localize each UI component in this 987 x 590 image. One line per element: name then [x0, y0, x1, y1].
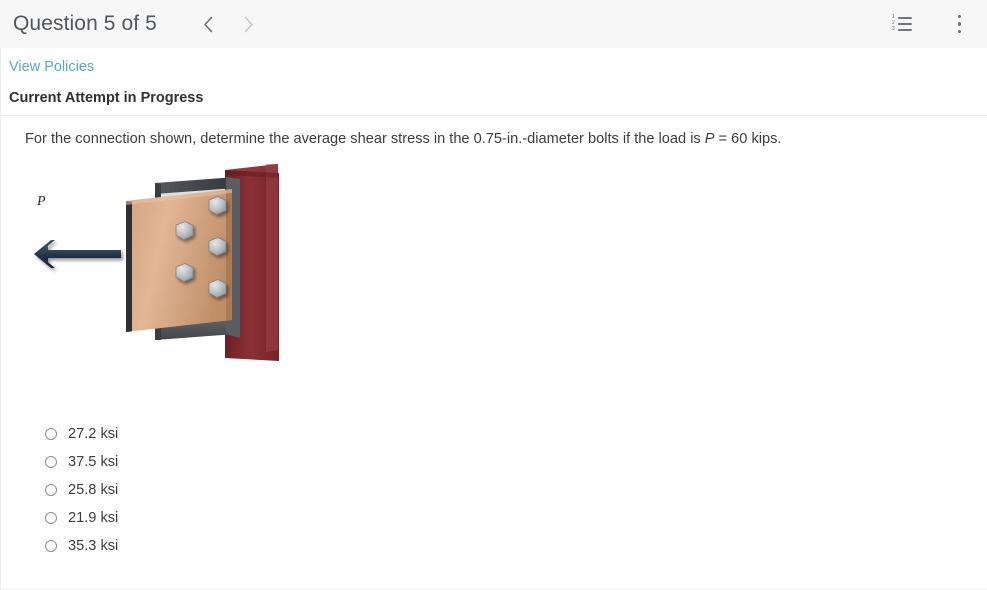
connection-illustration [34, 164, 279, 361]
numbered-list-bar [898, 23, 912, 25]
question-prompt-part2: = 60 kips. [714, 131, 782, 147]
numbered-list-icon: 1 2 3 [892, 15, 912, 32]
answer-options-list: 27.2 ksi 37.5 ksi 25.8 ksi 21.9 ksi 35.3… [45, 420, 445, 560]
header-actions: 1 2 3 [883, 0, 987, 48]
load-label-P: P [37, 194, 46, 209]
question-navigation [189, 7, 269, 41]
attempt-status-label: Current Attempt in Progress [9, 90, 204, 106]
answer-option-1[interactable]: 37.5 ksi [45, 448, 445, 476]
previous-question-button[interactable] [189, 7, 229, 41]
question-header-bar: Question 5 of 5 1 2 3 [0, 0, 987, 48]
radio-button-icon[interactable] [45, 456, 57, 468]
bolt-head [208, 196, 227, 215]
answer-option-label: 21.9 ksi [68, 510, 119, 526]
answer-option-4[interactable]: 35.3 ksi [45, 532, 445, 560]
answer-option-3[interactable]: 21.9 ksi [45, 504, 445, 532]
question-prompt: For the connection shown, determine the … [25, 129, 925, 149]
radio-button-icon[interactable] [45, 484, 57, 496]
question-content-panel: View Policies Current Attempt in Progres… [0, 48, 987, 590]
question-prompt-part1: For the connection shown, determine the … [25, 131, 705, 147]
answer-option-label: 25.8 ksi [68, 482, 119, 498]
chevron-left-icon [203, 16, 214, 33]
vertical-ellipsis-icon [958, 15, 962, 33]
answer-option-label: 35.3 ksi [68, 538, 119, 554]
question-list-button[interactable]: 1 2 3 [883, 4, 921, 44]
bolt-head [208, 237, 227, 256]
view-policies-link[interactable]: View Policies [9, 59, 94, 75]
answer-option-2[interactable]: 25.8 ksi [45, 476, 445, 504]
bolt-head [175, 263, 194, 282]
numbered-list-bar [898, 17, 912, 19]
bolt-head [175, 221, 194, 240]
radio-button-icon[interactable] [45, 540, 57, 552]
radio-button-icon[interactable] [45, 512, 57, 524]
answer-option-0[interactable]: 27.2 ksi [45, 420, 445, 448]
header-divider [1, 115, 987, 116]
numbered-list-digit: 3 [892, 26, 895, 32]
numbered-list-bar [898, 29, 912, 31]
load-symbol: P [704, 131, 715, 147]
next-question-button[interactable] [229, 7, 269, 41]
bolted-connection-figure: P [11, 162, 311, 392]
overflow-menu-button[interactable] [941, 4, 979, 44]
answer-option-label: 27.2 ksi [68, 426, 119, 442]
load-arrow [34, 240, 121, 268]
answer-option-label: 37.5 ksi [68, 454, 119, 470]
bolt-head [208, 279, 227, 298]
question-page: Question 5 of 5 1 2 3 View Policies Curr… [0, 0, 987, 590]
page-title: Question 5 of 5 [13, 12, 157, 35]
chevron-right-icon [243, 16, 254, 33]
radio-button-icon[interactable] [45, 428, 57, 440]
